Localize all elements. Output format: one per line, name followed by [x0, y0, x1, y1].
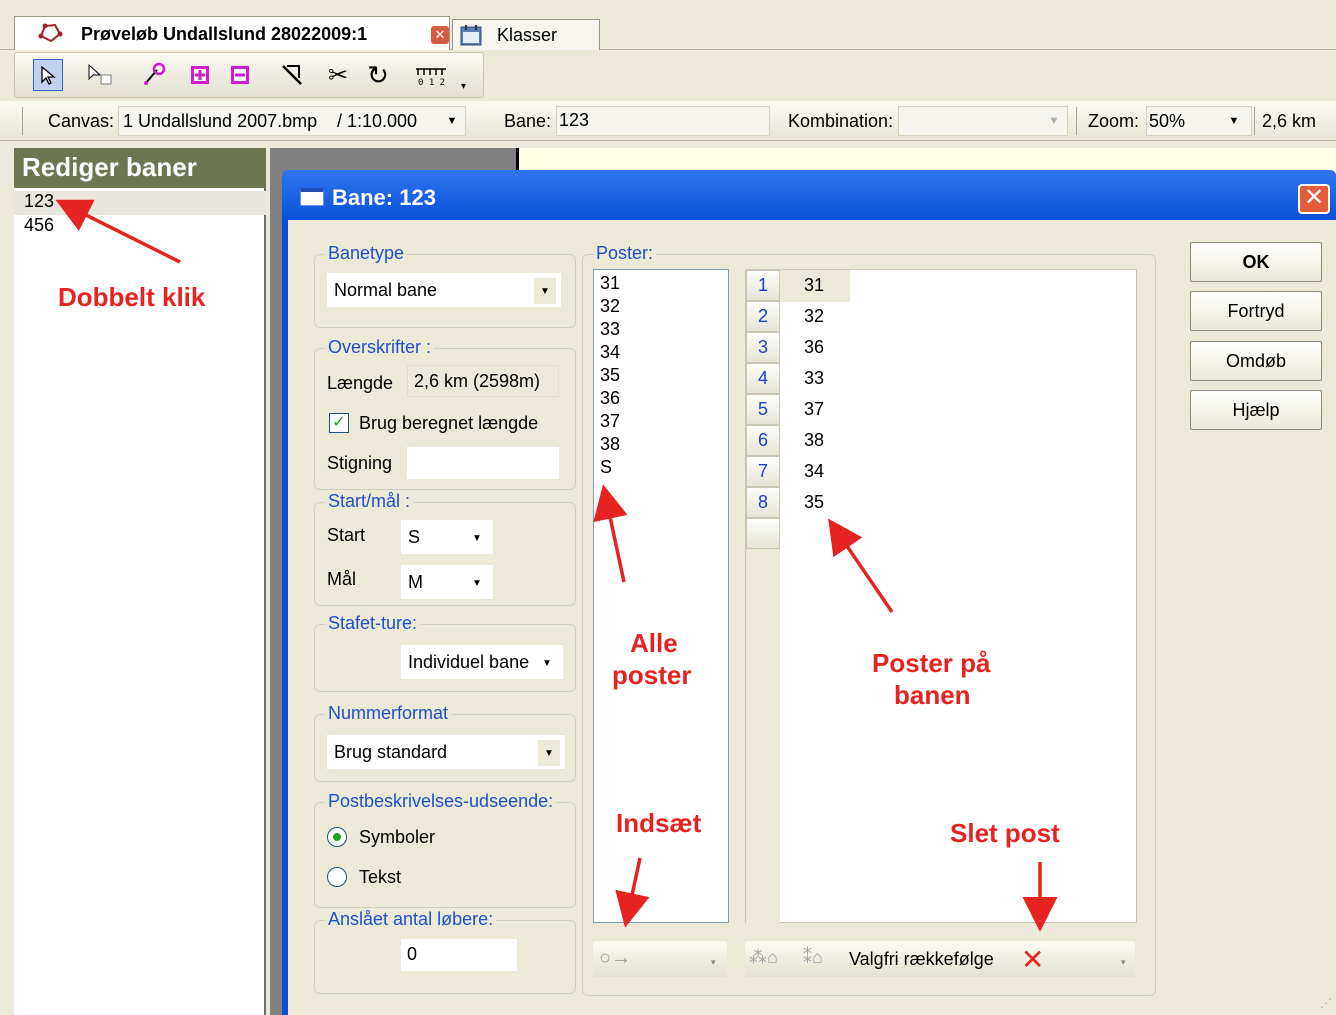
annotation-arrows [55, 199, 1058, 932]
arrow-alle-poster [593, 484, 628, 583]
arrow-poster-paa-banen [828, 518, 894, 613]
arrow-dobbelt-klik [55, 199, 181, 264]
arrow-indsaet [615, 857, 650, 928]
